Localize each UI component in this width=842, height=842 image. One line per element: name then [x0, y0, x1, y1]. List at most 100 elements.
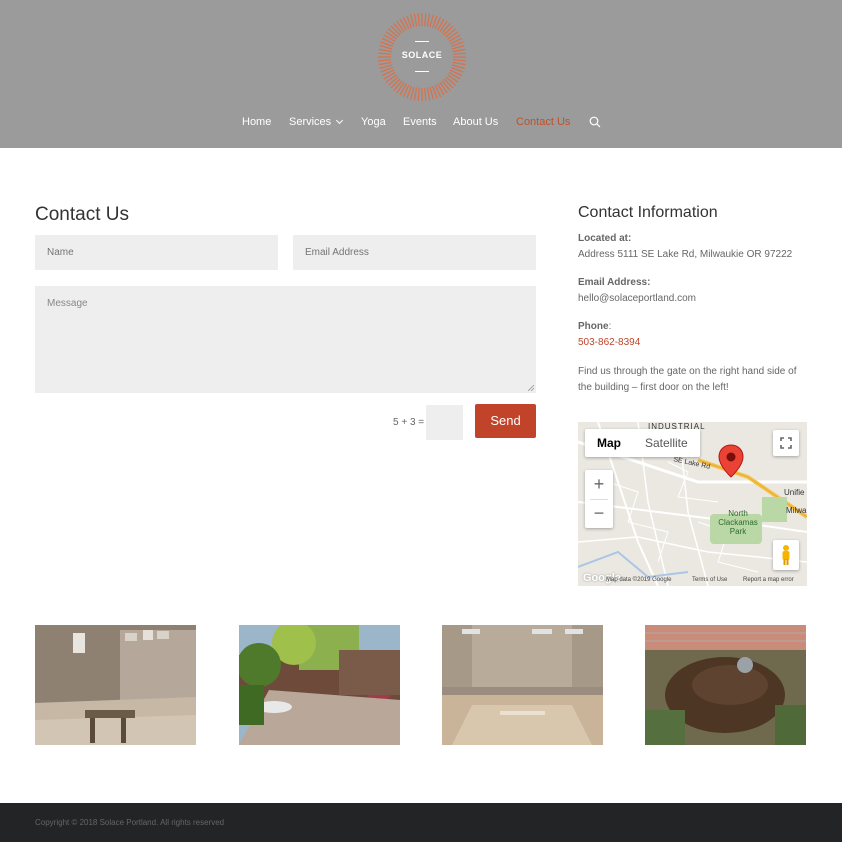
phone-link[interactable]: 503-862-8394: [578, 336, 808, 350]
fullscreen-icon: [780, 437, 792, 449]
logo-ray: [439, 82, 448, 94]
logo-ray: [378, 61, 392, 66]
message-placeholder: Message: [47, 298, 88, 309]
map-type-control: Map Satellite: [585, 429, 700, 457]
logo-ray: [441, 22, 451, 34]
logo-ray: [379, 45, 393, 50]
logo-ray: [443, 78, 454, 89]
logo-ray: [429, 86, 434, 100]
map-report-link[interactable]: Report a map error: [743, 577, 794, 583]
fullscreen-button[interactable]: [773, 430, 799, 456]
logo-ray: [387, 28, 399, 38]
logo-ray: [379, 64, 393, 69]
map-footer: Map data ©2019 Google Terms of Use Repor…: [578, 575, 807, 586]
studio-room-photo: [35, 625, 196, 745]
logo-ray: [451, 64, 465, 69]
pegman-icon: [782, 545, 790, 565]
phone-label: Phone: [578, 321, 609, 332]
site-logo[interactable]: SOLACE: [377, 12, 467, 102]
map-type-satellite[interactable]: Satellite: [633, 429, 700, 457]
logo-ray: [393, 22, 403, 34]
park-line-1: North: [728, 509, 748, 518]
nav-item-events[interactable]: Events: [403, 115, 437, 129]
site-header: SOLACE Home Services Yoga Events About U…: [0, 0, 842, 148]
phone-label-row: Phone:: [578, 320, 808, 334]
logo-ray: [390, 78, 401, 89]
captcha-label: 5 + 3 =: [393, 417, 425, 428]
search-icon[interactable]: [589, 116, 601, 128]
zoom-divider: [590, 499, 608, 500]
logo-ray: [424, 13, 427, 27]
page-title: Contact Us: [35, 204, 129, 225]
nav-item-services[interactable]: Services: [289, 115, 344, 129]
site-footer: Copyright © 2018 Solace Portland. All ri…: [0, 803, 842, 842]
street-view-button[interactable]: [773, 540, 799, 570]
logo-ray: [429, 14, 434, 28]
logo-ray: [445, 76, 457, 86]
yoga-room-photo: [442, 625, 603, 745]
email-label: Email Address:: [578, 277, 651, 288]
resize-handle-icon[interactable]: [528, 385, 534, 391]
map-terms-link[interactable]: Terms of Use: [692, 577, 727, 583]
fountain-photo: [645, 625, 806, 745]
zoom-control: + −: [585, 470, 613, 528]
logo-ray: [439, 20, 448, 32]
phone-colon: :: [608, 321, 612, 332]
nav-item-yoga[interactable]: Yoga: [361, 115, 386, 129]
logo-ray: [424, 87, 427, 101]
logo-ray: [445, 28, 457, 38]
nav-item-about[interactable]: About Us: [453, 115, 498, 129]
message-field[interactable]: Message: [35, 286, 536, 393]
address-value: Address 5111 SE Lake Rd, Milwaukie OR 97…: [578, 249, 793, 260]
email-value: hello@solaceportland.com: [578, 293, 696, 304]
located-label: Located at:: [578, 233, 632, 244]
name-field[interactable]: [35, 235, 278, 270]
map-pin-icon[interactable]: [718, 444, 744, 478]
email-field[interactable]: [293, 235, 536, 270]
contact-info-title: Contact Information: [578, 204, 718, 221]
logo-ray: [443, 25, 454, 36]
zoom-in-button[interactable]: +: [585, 470, 613, 499]
logo-ray: [396, 82, 405, 94]
map-type-map[interactable]: Map: [585, 429, 633, 457]
logo-ray: [417, 13, 420, 27]
nav-item-services-label: Services: [289, 116, 332, 128]
directions-note: Find us through the gate on the right ha…: [578, 366, 797, 393]
logo-ray: [385, 74, 397, 83]
chevron-down-icon: [336, 116, 344, 125]
logo-ray: [410, 86, 415, 100]
zoom-out-button[interactable]: −: [585, 499, 613, 528]
logo-ray: [417, 87, 420, 101]
map-label-unified: Unifie: [784, 488, 805, 497]
map-attribution: Map data ©2019 Google: [606, 577, 672, 583]
contact-info: Contact Information Located at: Address …: [578, 204, 808, 396]
logo-ray: [393, 80, 403, 92]
logo-text: SOLACE: [401, 50, 443, 60]
logo-ray: [452, 61, 466, 66]
logo-ray: [390, 25, 401, 36]
captcha-input[interactable]: [426, 405, 463, 440]
logo-ray: [426, 87, 431, 101]
logo-ray: [426, 13, 431, 27]
logo-ray: [451, 45, 465, 50]
logo-bar-bottom: [415, 71, 429, 72]
logo-bar-top: [415, 41, 429, 42]
park-line-2: Clackamas: [718, 518, 758, 527]
logo-ray: [447, 31, 459, 40]
garden-patio-photo: [239, 625, 400, 745]
logo-ray: [396, 20, 405, 32]
logo-ray: [447, 74, 459, 83]
logo-ray: [413, 13, 418, 27]
gallery-image-yoga-room[interactable]: [442, 625, 603, 745]
gallery-image-studio-room[interactable]: [35, 625, 196, 745]
gallery-image-fountain[interactable]: [645, 625, 806, 745]
nav-item-home[interactable]: Home: [242, 115, 271, 129]
nav-item-contact[interactable]: Contact Us: [516, 115, 570, 129]
logo-ray: [441, 80, 451, 92]
gallery-image-garden-patio[interactable]: [239, 625, 400, 745]
logo-ray: [387, 76, 399, 86]
map-label-park: North Clackamas Park: [712, 509, 764, 536]
send-button[interactable]: Send: [475, 404, 536, 438]
google-map[interactable]: INDUSTRIAL SE Lake Rd Unifie Milwa North…: [578, 422, 807, 586]
main-nav: Home Services Yoga Events About Us Conta…: [0, 115, 842, 131]
